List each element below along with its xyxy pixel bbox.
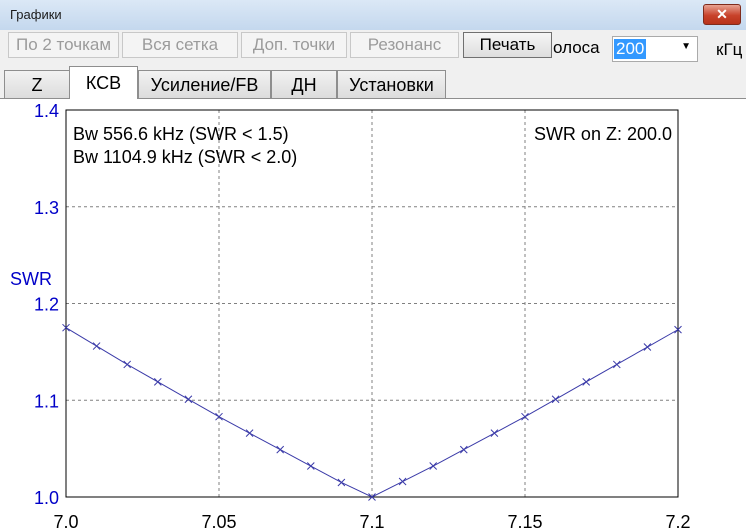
data-point-marker	[429, 462, 438, 470]
toolbar: По 2 точкам Вся сетка Доп. точки Резонан…	[0, 30, 746, 66]
data-point-marker	[612, 360, 621, 369]
data-point-marker	[123, 360, 132, 369]
data-point-marker	[398, 477, 407, 486]
x-tick-label: 7.05	[201, 512, 236, 531]
data-point-marker	[276, 445, 285, 454]
data-point-marker	[215, 412, 223, 421]
tab-settings[interactable]: Установки	[337, 70, 446, 98]
y-tick-label: 1.2	[34, 295, 59, 315]
y-tick-label: 1.1	[34, 391, 59, 411]
print-button[interactable]: Печать	[463, 32, 552, 58]
data-point-marker	[582, 378, 591, 386]
tab-swr[interactable]: КСВ	[69, 66, 138, 99]
y-axis-label: SWR	[10, 269, 52, 289]
close-icon: ✕	[716, 6, 728, 22]
bandwidth-annotation-1-5: Bw 556.6 kHz (SWR < 1.5)	[73, 124, 289, 144]
data-point-marker	[92, 342, 101, 350]
close-button[interactable]: ✕	[703, 4, 741, 25]
swr-on-z-annotation: SWR on Z: 200.0	[534, 124, 672, 144]
tab-strip: Z КСВ Усиление/FB ДН Установки	[0, 66, 746, 99]
y-tick-label: 1.4	[34, 101, 59, 121]
data-point-marker	[153, 378, 162, 386]
data-point-marker	[184, 395, 193, 404]
x-tick-label: 7.0	[53, 512, 78, 531]
band-label: олоса	[553, 38, 600, 57]
chevron-down-icon[interactable]: ▼	[681, 41, 691, 52]
data-point-marker	[306, 462, 315, 470]
band-value[interactable]: 200	[614, 39, 647, 59]
y-tick-label: 1.3	[34, 198, 59, 218]
two-points-button[interactable]: По 2 точкам	[8, 32, 119, 58]
tab-pattern[interactable]: ДН	[271, 70, 337, 98]
unit-label: кГц	[716, 40, 743, 59]
x-tick-label: 7.1	[359, 512, 384, 531]
swr-chart: SWR Bw 556.6 kHz (SWR < 1.5) Bw 1104.9 k…	[10, 101, 691, 531]
data-point-marker	[643, 343, 652, 351]
data-point-marker	[459, 445, 468, 454]
resonance-button[interactable]: Резонанс	[350, 32, 459, 58]
tab-z[interactable]: Z	[4, 70, 70, 98]
full-grid-button[interactable]: Вся сетка	[122, 32, 238, 58]
bandwidth-annotation-2-0: Bw 1104.9 kHz (SWR < 2.0)	[73, 147, 297, 167]
extra-points-button[interactable]: Доп. точки	[241, 32, 347, 58]
title-bar: Графики ✕	[0, 0, 746, 31]
x-tick-label: 7.2	[665, 512, 690, 531]
data-point-marker	[551, 395, 560, 404]
x-tick-label: 7.15	[507, 512, 542, 531]
data-point-marker	[245, 429, 254, 437]
y-tick-label: 1.0	[34, 488, 59, 508]
tab-gain-fb[interactable]: Усиление/FB	[138, 70, 271, 98]
window-title: Графики	[10, 7, 62, 22]
data-point-marker	[490, 429, 499, 437]
data-point-marker	[337, 478, 346, 487]
band-select[interactable]: 200 ▼	[612, 36, 698, 62]
data-point-marker	[521, 412, 529, 421]
chart-area: SWR Bw 556.6 kHz (SWR < 1.5) Bw 1104.9 k…	[0, 99, 746, 531]
